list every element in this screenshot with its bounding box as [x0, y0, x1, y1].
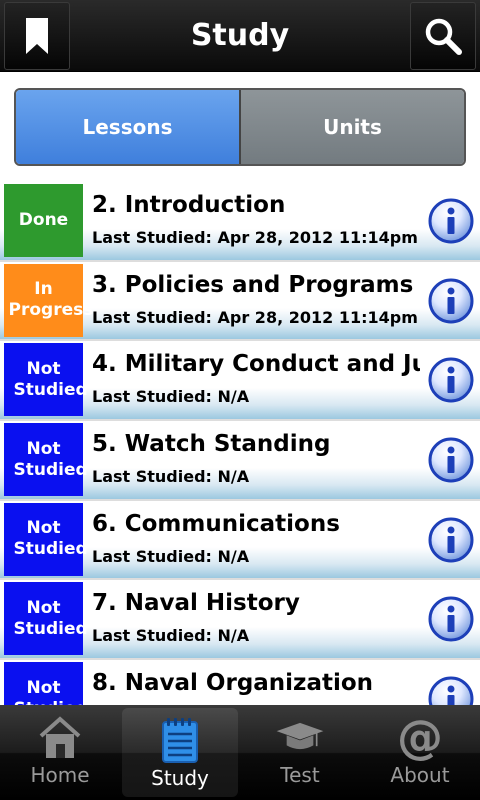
app-header: Study [0, 0, 480, 72]
info-icon[interactable] [428, 198, 474, 244]
lesson-last-studied: Last Studied: Apr 28, 2012 11:14pm [92, 228, 418, 247]
info-icon[interactable] [428, 357, 474, 403]
tab-label: Home [30, 763, 90, 787]
tab-study[interactable]: Study [122, 708, 238, 797]
lesson-row[interactable]: Not Studied 6. Communications Last Studi… [0, 500, 480, 581]
lesson-row[interactable]: Done 2. Introduction Last Studied: Apr 2… [0, 182, 480, 262]
lesson-row[interactable]: In Progress 3. Policies and Programs Las… [0, 261, 480, 342]
units-tab[interactable]: Units [239, 90, 464, 164]
lesson-row[interactable]: Not Studied 4. Military Conduct and Ju L… [0, 341, 480, 422]
lesson-title: 3. Policies and Programs [92, 271, 414, 298]
bookmark-button[interactable] [4, 2, 70, 70]
status-badge: In Progress [4, 263, 93, 337]
lesson-row[interactable]: Not Studied 5. Watch Standing Last Studi… [0, 421, 480, 501]
lesson-last-studied: Last Studied: N/A [92, 387, 250, 407]
lesson-title: 6. Communications [92, 510, 340, 537]
lesson-last-studied: Last Studied: N/A [92, 467, 250, 487]
status-badge: Not Studied [4, 662, 88, 705]
lesson-last-studied: Last Studied: N/A [92, 546, 250, 566]
tab-about[interactable]: @ About [360, 705, 480, 800]
status-badge: Not Studied [4, 343, 88, 417]
page-title: Study [190, 18, 290, 53]
status-badge: Done [4, 184, 83, 257]
segment-area: Lessons Units [0, 72, 480, 182]
lesson-last-studied: Last Studied: Apr 28, 2012 11:14pm [92, 307, 418, 327]
bookmark-icon [26, 18, 48, 54]
lesson-list: Done 2. Introduction Last Studied: Apr 2… [0, 182, 480, 705]
status-badge: Not Studied [4, 502, 88, 576]
lesson-title: 7. Naval History [92, 590, 300, 617]
tab-home[interactable]: Home [0, 705, 120, 800]
tab-label: Study [151, 766, 209, 790]
tab-test[interactable]: Test [240, 705, 360, 800]
bottom-tab-bar: Home Study Test @ About [0, 705, 480, 800]
search-button[interactable] [410, 2, 476, 70]
lesson-last-studied: Last Studied: N/A [92, 626, 250, 646]
info-icon[interactable] [428, 278, 474, 324]
lesson-row[interactable]: Not Studied 7. Naval History Last Studie… [0, 580, 480, 661]
tab-label: Test [280, 763, 320, 787]
tab-label: About [390, 763, 450, 787]
status-badge: Not Studied [4, 423, 88, 497]
status-badge: Not Studied [4, 582, 88, 656]
notepad-icon [155, 716, 205, 764]
info-icon[interactable] [428, 517, 474, 563]
info-icon[interactable] [428, 437, 474, 483]
lesson-row[interactable]: Not Studied 8. Naval Organization [0, 660, 480, 705]
lesson-title: 2. Introduction [92, 192, 286, 218]
lessons-units-toggle: Lessons Units [14, 88, 466, 166]
info-icon[interactable] [428, 596, 474, 642]
search-icon [425, 18, 462, 55]
graduation-cap-icon [275, 713, 325, 761]
lesson-title: 5. Watch Standing [92, 431, 331, 458]
lesson-title: 8. Naval Organization [92, 670, 374, 697]
lesson-title: 4. Military Conduct and Ju [92, 351, 420, 378]
info-icon[interactable] [428, 676, 474, 705]
house-icon [35, 713, 85, 761]
lessons-tab[interactable]: Lessons [16, 90, 239, 164]
at-sign-icon: @ [397, 710, 443, 764]
